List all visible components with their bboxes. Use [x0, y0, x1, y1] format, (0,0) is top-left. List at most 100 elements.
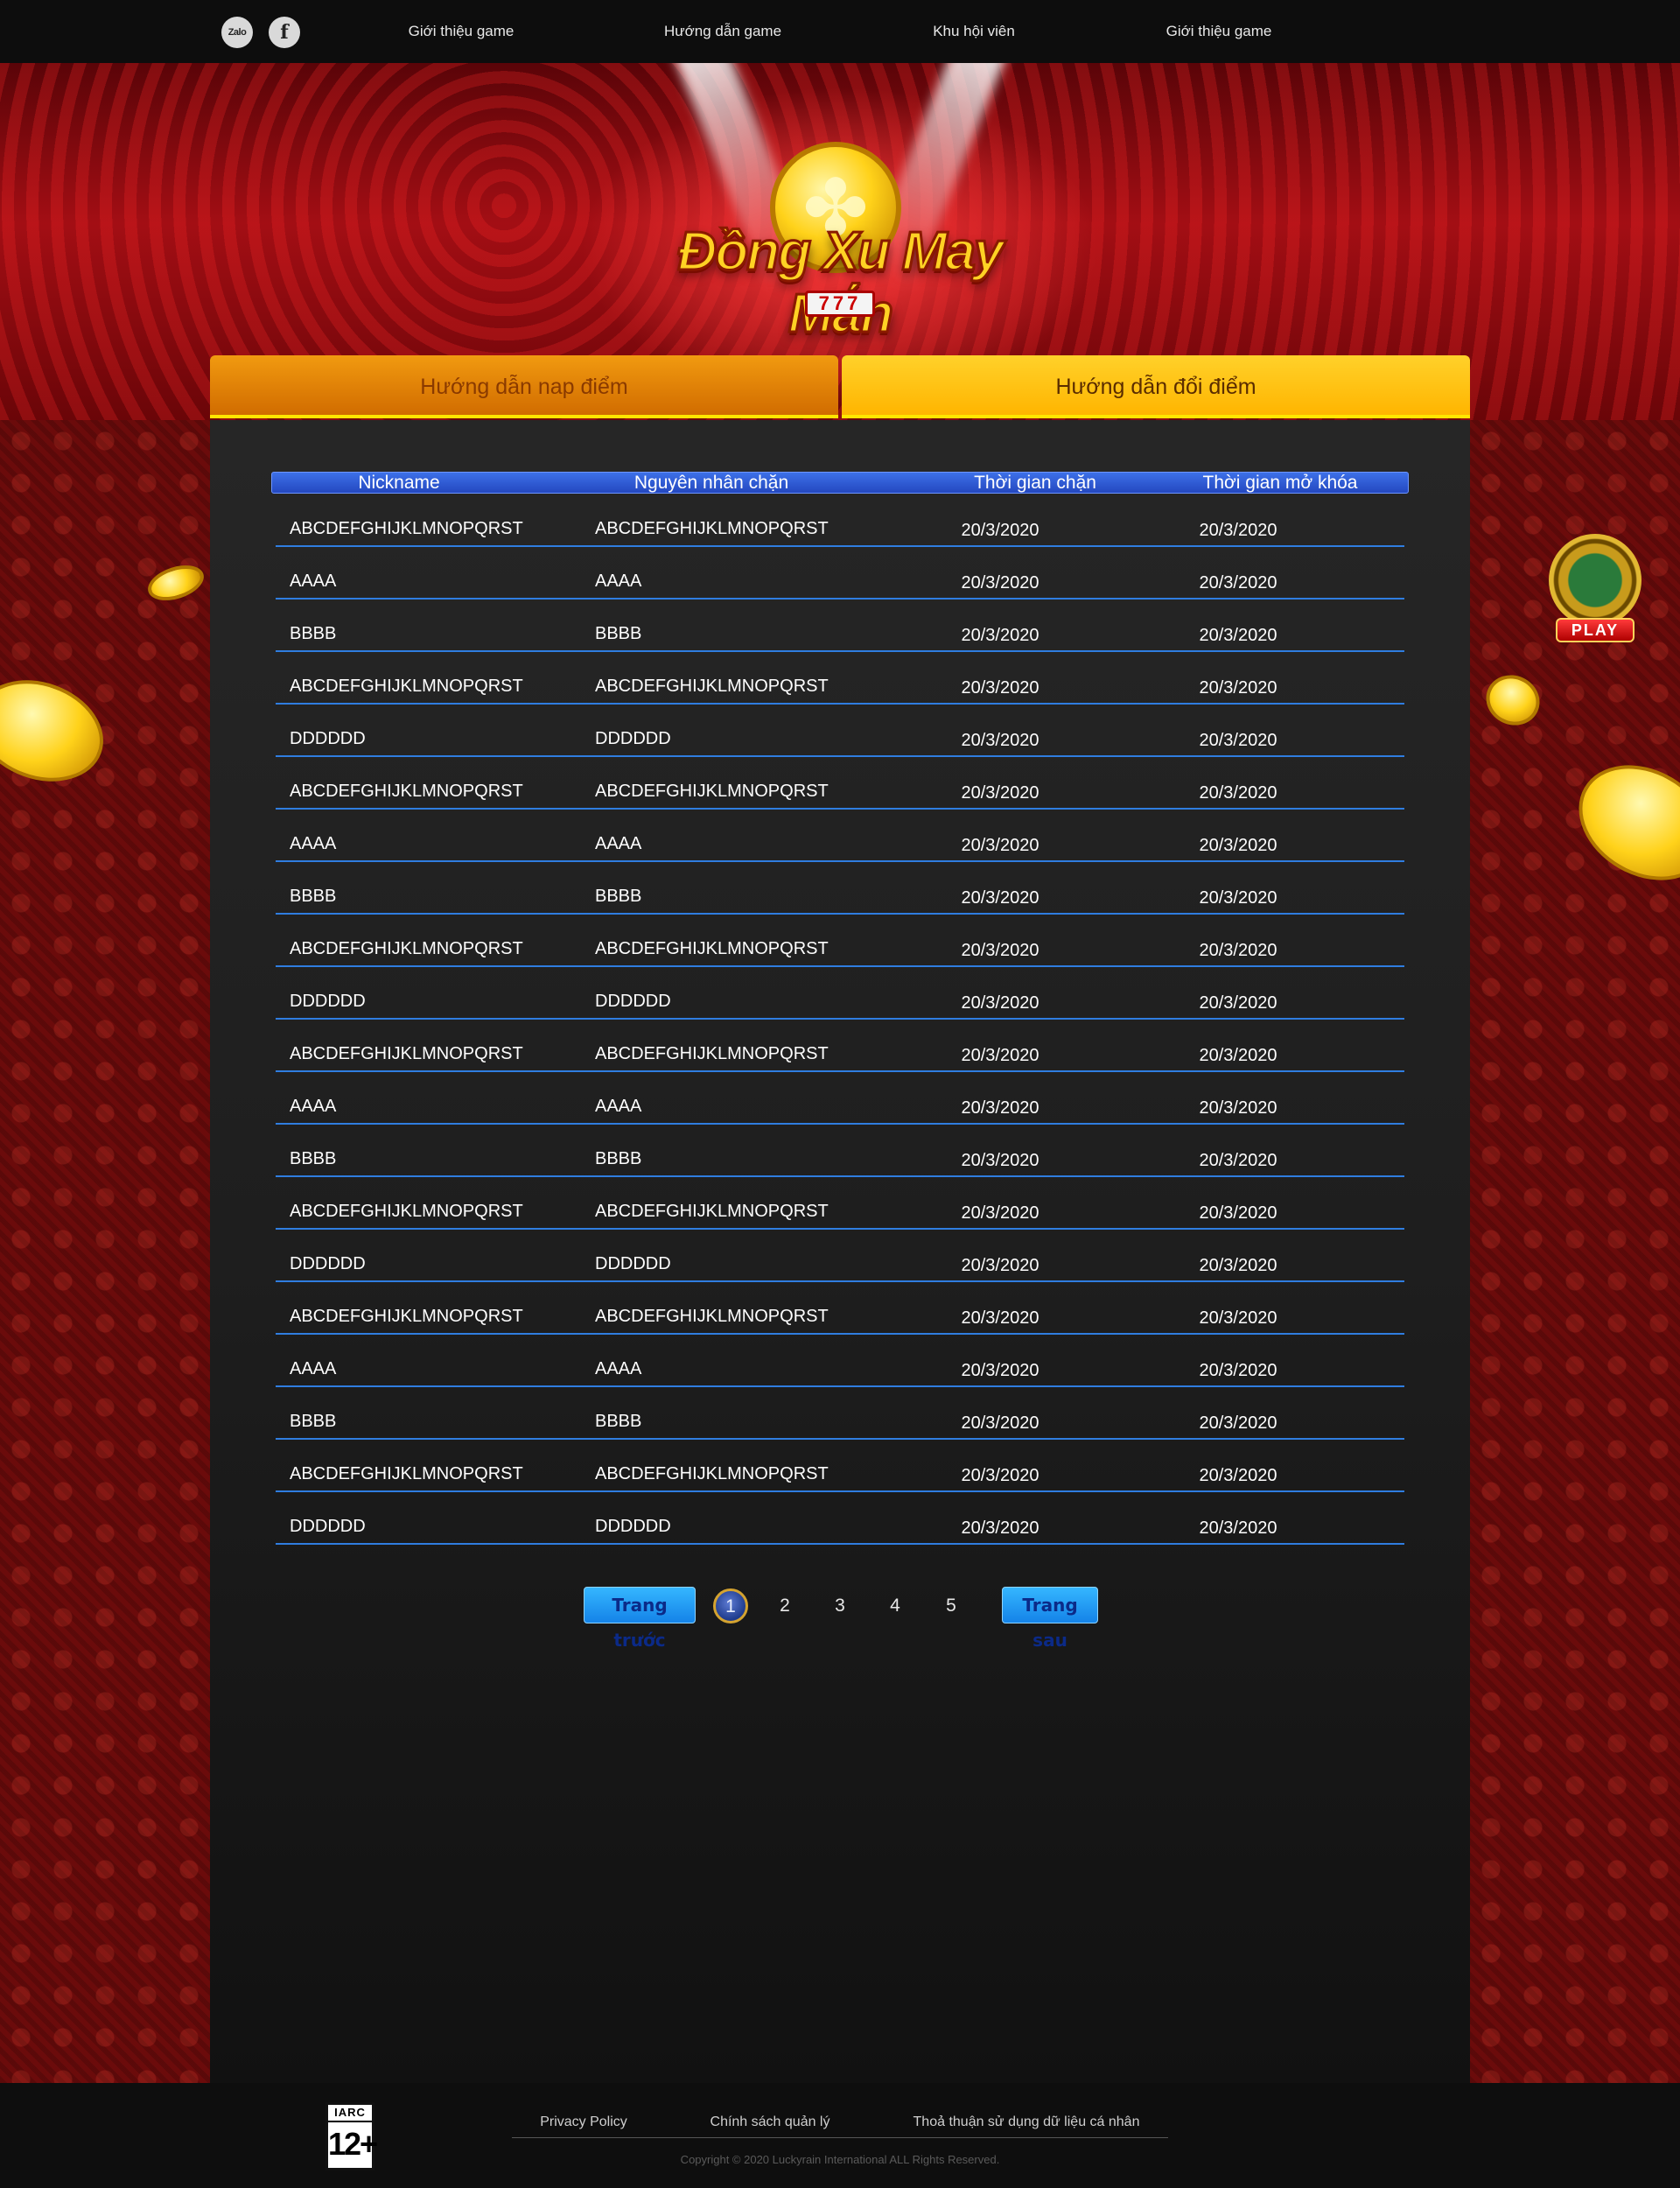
- unlock-date-cell: 20/3/2020: [1199, 731, 1278, 750]
- nickname-cell: ABCDEFGHIJKLMNOPQRST: [290, 1202, 523, 1221]
- block-date-cell: 20/3/2020: [961, 1308, 1040, 1328]
- table-row: ABCDEFGHIJKLMNOPQRST ABCDEFGHIJKLMNOPQRST…: [276, 652, 1404, 705]
- unlock-date-cell: 20/3/2020: [1199, 1361, 1278, 1380]
- reason-cell: AAAA: [595, 572, 642, 591]
- pagination: Trang trước 1 2 3 4 5 Trang sau: [0, 1587, 1680, 1651]
- unlock-date-cell: 20/3/2020: [1199, 678, 1278, 698]
- nav-link-gioi-thieu-game-2[interactable]: Giới thiệu game: [1166, 23, 1272, 40]
- nickname-cell: DDDDDD: [290, 1254, 366, 1273]
- header-thoi-gian-mo-khoa: Thời gian mở khóa: [1202, 473, 1358, 493]
- unlock-date-cell: 20/3/2020: [1199, 1308, 1278, 1328]
- table-row: AAAA AAAA 20/3/2020 20/3/2020: [276, 810, 1404, 862]
- block-date-cell: 20/3/2020: [961, 626, 1040, 645]
- reason-cell: AAAA: [595, 1359, 642, 1378]
- play-label: PLAY: [1556, 618, 1634, 642]
- reason-cell: BBBB: [595, 624, 642, 643]
- table-row: AAAA AAAA 20/3/2020 20/3/2020: [276, 1335, 1404, 1387]
- top-navbar: Zalo f Giới thiệu game Hướng dẫn game Kh…: [0, 0, 1680, 63]
- footer: IARC 12+ Privacy Policy Chính sách quản …: [0, 2083, 1680, 2188]
- reason-cell: BBBB: [595, 1149, 642, 1168]
- facebook-icon[interactable]: f: [269, 17, 300, 48]
- block-date-cell: 20/3/2020: [961, 1046, 1040, 1065]
- page-2-button[interactable]: 2: [767, 1590, 802, 1622]
- tab-huong-dan-nap-diem[interactable]: Hướng dẫn nap điểm: [210, 355, 838, 418]
- play-badge-button[interactable]: PLAY: [1544, 534, 1647, 653]
- block-date-cell: 20/3/2020: [961, 678, 1040, 698]
- nav-link-huong-dan-game[interactable]: Hướng dẫn game: [664, 23, 781, 40]
- nickname-cell: AAAA: [290, 1097, 337, 1116]
- block-date-cell: 20/3/2020: [961, 1518, 1040, 1538]
- nickname-cell: DDDDDD: [290, 729, 366, 748]
- block-date-cell: 20/3/2020: [961, 1098, 1040, 1118]
- block-date-cell: 20/3/2020: [961, 888, 1040, 908]
- unlock-date-cell: 20/3/2020: [1199, 836, 1278, 855]
- zalo-icon[interactable]: Zalo: [221, 17, 253, 48]
- page-3-button[interactable]: 3: [822, 1590, 858, 1622]
- table-row: AAAA AAAA 20/3/2020 20/3/2020: [276, 547, 1404, 600]
- unlock-date-cell: 20/3/2020: [1199, 1203, 1278, 1223]
- unlock-date-cell: 20/3/2020: [1199, 1256, 1278, 1275]
- guide-tabs: Hướng dẫn nap điểm Hướng dẫn đổi điểm: [210, 355, 1470, 418]
- nav-link-khu-hoi-vien[interactable]: Khu hội viên: [933, 23, 1015, 40]
- header-nickname: Nickname: [358, 473, 440, 493]
- unlock-date-cell: 20/3/2020: [1199, 993, 1278, 1013]
- copyright-text: Copyright © 2020 Luckyrain International…: [680, 2153, 1000, 2166]
- reason-cell: ABCDEFGHIJKLMNOPQRST: [595, 1044, 829, 1063]
- block-date-cell: 20/3/2020: [961, 1256, 1040, 1275]
- tab-huong-dan-doi-diem[interactable]: Hướng dẫn đổi điểm: [842, 355, 1470, 418]
- page-1-button[interactable]: 1: [713, 1588, 748, 1623]
- unlock-date-cell: 20/3/2020: [1199, 783, 1278, 803]
- side-pattern-right: [1470, 420, 1680, 2083]
- reason-cell: ABCDEFGHIJKLMNOPQRST: [595, 939, 829, 958]
- nickname-cell: ABCDEFGHIJKLMNOPQRST: [290, 939, 523, 958]
- nickname-cell: DDDDDD: [290, 992, 366, 1011]
- nickname-cell: ABCDEFGHIJKLMNOPQRST: [290, 519, 523, 538]
- reason-cell: DDDDDD: [595, 729, 671, 748]
- page-4-button[interactable]: 4: [878, 1590, 913, 1622]
- reason-cell: BBBB: [595, 1412, 642, 1431]
- block-date-cell: 20/3/2020: [961, 573, 1040, 593]
- footer-divider: [512, 2137, 1168, 2138]
- unlock-date-cell: 20/3/2020: [1199, 1518, 1278, 1538]
- reason-cell: ABCDEFGHIJKLMNOPQRST: [595, 1307, 829, 1326]
- unlock-date-cell: 20/3/2020: [1199, 1413, 1278, 1433]
- nickname-cell: AAAA: [290, 1359, 337, 1378]
- management-policy-link[interactable]: Chính sách quản lý: [710, 2114, 830, 2130]
- block-date-cell: 20/3/2020: [961, 1203, 1040, 1223]
- unlock-date-cell: 20/3/2020: [1199, 941, 1278, 960]
- play-badge-icon: [1549, 534, 1642, 627]
- next-page-button[interactable]: Trang sau: [1002, 1587, 1098, 1651]
- nickname-cell: ABCDEFGHIJKLMNOPQRST: [290, 1044, 523, 1063]
- table-header: Nickname Nguyên nhân chặn Thời gian chặn…: [271, 472, 1409, 494]
- unlock-date-cell: 20/3/2020: [1199, 888, 1278, 908]
- table-row: ABCDEFGHIJKLMNOPQRST ABCDEFGHIJKLMNOPQRST…: [276, 1177, 1404, 1230]
- prev-page-button[interactable]: Trang trước: [584, 1587, 696, 1651]
- header-thoi-gian-chan: Thời gian chặn: [974, 473, 1096, 493]
- unlock-date-cell: 20/3/2020: [1199, 1466, 1278, 1485]
- reason-cell: ABCDEFGHIJKLMNOPQRST: [595, 782, 829, 801]
- nickname-cell: ABCDEFGHIJKLMNOPQRST: [290, 1464, 523, 1483]
- unlock-date-cell: 20/3/2020: [1199, 1151, 1278, 1170]
- table-row: ABCDEFGHIJKLMNOPQRST ABCDEFGHIJKLMNOPQRST…: [276, 1440, 1404, 1492]
- unlock-date-cell: 20/3/2020: [1199, 521, 1278, 540]
- block-date-cell: 20/3/2020: [961, 993, 1040, 1013]
- side-pattern-left: [0, 420, 210, 2083]
- data-agreement-link[interactable]: Thoả thuận sử dụng dữ liệu cá nhân: [914, 2114, 1140, 2130]
- block-date-cell: 20/3/2020: [961, 941, 1040, 960]
- table-row: ABCDEFGHIJKLMNOPQRST ABCDEFGHIJKLMNOPQRST…: [276, 915, 1404, 967]
- nickname-cell: BBBB: [290, 1149, 337, 1168]
- nav-link-gioi-thieu-game[interactable]: Giới thiệu game: [409, 23, 514, 40]
- privacy-policy-link[interactable]: Privacy Policy: [540, 2114, 627, 2130]
- nickname-cell: BBBB: [290, 1412, 337, 1431]
- unlock-date-cell: 20/3/2020: [1199, 573, 1278, 593]
- table-row: AAAA AAAA 20/3/2020 20/3/2020: [276, 1072, 1404, 1125]
- block-date-cell: 20/3/2020: [961, 731, 1040, 750]
- page-5-button[interactable]: 5: [934, 1590, 969, 1622]
- table-row: ABCDEFGHIJKLMNOPQRST ABCDEFGHIJKLMNOPQRST…: [276, 1020, 1404, 1072]
- nickname-cell: ABCDEFGHIJKLMNOPQRST: [290, 677, 523, 696]
- table-row: DDDDDD DDDDDD 20/3/2020 20/3/2020: [276, 1492, 1404, 1545]
- reason-cell: ABCDEFGHIJKLMNOPQRST: [595, 677, 829, 696]
- game-logo: Đồng Xu May Mắn 777: [656, 116, 1024, 346]
- unlock-date-cell: 20/3/2020: [1199, 626, 1278, 645]
- table-row: ABCDEFGHIJKLMNOPQRST ABCDEFGHIJKLMNOPQRST…: [276, 494, 1404, 547]
